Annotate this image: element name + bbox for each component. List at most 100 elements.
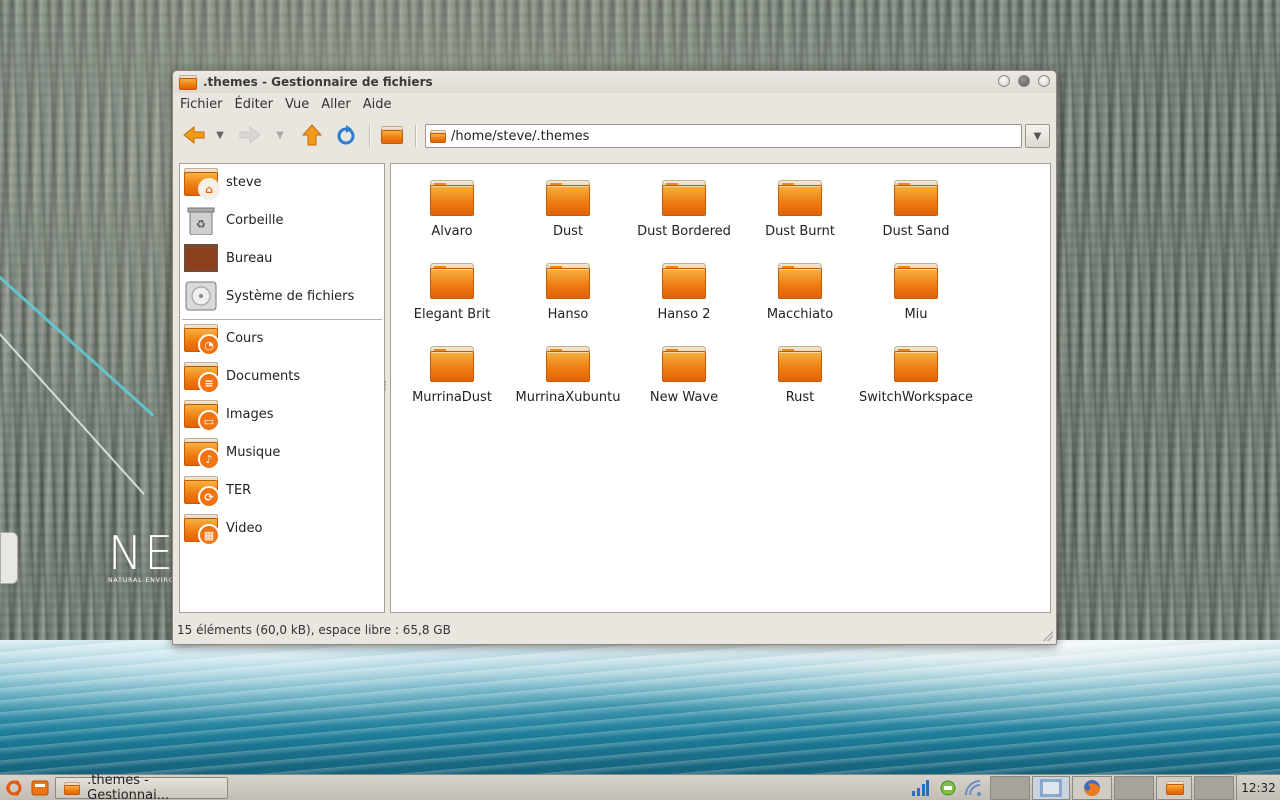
file-item-folder[interactable]: Dust Sand	[858, 180, 974, 256]
file-item-folder[interactable]: Hanso	[510, 263, 626, 339]
file-item-label: MurrinaDust	[412, 390, 492, 405]
up-button[interactable]	[297, 118, 327, 152]
battery-icon[interactable]	[938, 778, 958, 798]
sidebar-item-images[interactable]: ▭ Images	[184, 398, 274, 432]
menubar: Fichier Éditer Vue Aller Aide	[173, 94, 392, 115]
file-icon-view: Alvaro Dust Dust Bordered Dust Burnt Dust Sa…	[390, 163, 1051, 613]
ubuntu-menu-button[interactable]	[4, 778, 24, 798]
folder-icon	[64, 781, 80, 795]
file-item-folder[interactable]: MurrinaDust	[394, 346, 510, 422]
file-item-folder[interactable]: Hanso 2	[626, 263, 742, 339]
minimize-button[interactable]	[998, 75, 1010, 87]
cours-folder-icon: ◔	[184, 324, 220, 356]
up-arrow-icon	[302, 124, 322, 146]
folder-icon	[430, 129, 446, 143]
file-manager-window: .themes - Gestionnaire de fichiers Fichi…	[172, 70, 1057, 645]
desktop-icon	[184, 244, 218, 272]
menu-vue[interactable]: Vue	[285, 97, 309, 112]
window-titlebar[interactable]: .themes - Gestionnaire de fichiers	[173, 71, 1056, 93]
home-folder-icon	[381, 126, 403, 144]
folder-icon	[1166, 781, 1184, 795]
folder-icon	[546, 180, 590, 216]
folder-icon	[430, 180, 474, 216]
sidebar-item-musique[interactable]: ♪ Musique	[184, 436, 281, 470]
menu-aller[interactable]: Aller	[321, 97, 350, 112]
file-item-folder[interactable]: SwitchWorkspace	[858, 346, 974, 422]
file-item-label: Dust Sand	[882, 224, 950, 239]
svg-text:♻: ♻	[196, 218, 206, 231]
sidebar-item-label: TER	[226, 482, 252, 498]
screenshot-thumbnail-icon	[1040, 779, 1062, 797]
forward-history-dropdown[interactable]: ▼	[271, 118, 289, 152]
sidebar-item-bureau[interactable]: Bureau	[184, 242, 272, 274]
clock[interactable]: 12:32	[1236, 775, 1280, 800]
forward-button[interactable]	[235, 118, 265, 152]
file-item-folder[interactable]: MurrinaXubuntu	[510, 346, 626, 422]
file-item-label: Alvaro	[431, 224, 473, 239]
sidebar-item-label: Bureau	[226, 250, 273, 266]
back-history-dropdown[interactable]: ▼	[211, 118, 229, 152]
file-item-folder[interactable]: Dust	[510, 180, 626, 256]
menu-aide[interactable]: Aide	[363, 97, 392, 112]
file-item-folder[interactable]: Elegant Brit	[394, 263, 510, 339]
workspace-6[interactable]	[1194, 776, 1234, 800]
file-item-folder[interactable]: Macchiato	[742, 263, 858, 339]
maximize-button[interactable]	[1018, 75, 1030, 87]
folder-icon	[430, 263, 474, 299]
file-item-folder[interactable]: Rust	[742, 346, 858, 422]
sidebar-item-cours[interactable]: ◔ Cours	[184, 322, 263, 356]
wallpaper-sea	[0, 640, 1280, 775]
file-item-folder[interactable]: Dust Burnt	[742, 180, 858, 256]
folder-icon	[430, 346, 474, 382]
workspace-3[interactable]	[1072, 776, 1112, 800]
location-dropdown-button[interactable]: ▼	[1025, 124, 1050, 148]
sidebar-item-systeme[interactable]: Système de fichiers	[184, 280, 354, 312]
sidebar-item-label: Images	[226, 406, 274, 422]
sidebar-item-ter[interactable]: ⟳ TER	[184, 474, 252, 508]
firefox-icon	[1084, 780, 1100, 796]
reload-icon	[337, 125, 355, 145]
taskbar-window-button[interactable]: .themes - Gestionnai...	[55, 773, 228, 800]
home-folder-icon: ⌂	[184, 168, 220, 200]
folder-icon	[894, 263, 938, 299]
home-button[interactable]	[377, 118, 407, 152]
taskbar: .themes - Gestionnai... 12:32	[0, 773, 1280, 800]
menu-fichier[interactable]: Fichier	[180, 97, 223, 112]
location-bar[interactable]: /home/steve/.themes	[425, 124, 1022, 148]
folder-icon	[662, 263, 706, 299]
resize-grip[interactable]	[1043, 631, 1053, 641]
music-folder-icon: ♪	[184, 438, 220, 470]
workspace-2[interactable]	[1032, 776, 1070, 800]
toolbar-separator	[415, 125, 416, 147]
file-item-label: Rust	[785, 390, 815, 405]
documents-folder-icon: ≡	[184, 362, 220, 394]
show-desktop-button[interactable]	[30, 778, 50, 798]
reload-button[interactable]	[331, 118, 361, 152]
sidebar-item-corbeille[interactable]: ♻ Corbeille	[184, 204, 283, 236]
menu-editer[interactable]: Éditer	[235, 97, 274, 112]
sidebar-item-label: Musique	[226, 444, 281, 460]
folder-icon	[778, 263, 822, 299]
workspace-4[interactable]	[1114, 776, 1154, 800]
back-button[interactable]	[179, 118, 209, 152]
workspace-1[interactable]	[990, 776, 1030, 800]
folder-icon	[778, 346, 822, 382]
window-title: .themes - Gestionnaire de fichiers	[203, 75, 433, 89]
workspace-5[interactable]	[1156, 776, 1192, 800]
location-text: /home/steve/.themes	[451, 128, 590, 144]
sidebar-item-documents[interactable]: ≡ Documents	[184, 360, 300, 394]
desktop-panel-handle[interactable]	[0, 532, 18, 584]
pane-splitter[interactable]	[385, 381, 389, 391]
sidebar-item-video[interactable]: ▦ Video	[184, 512, 263, 546]
sidebar-item-steve[interactable]: ⌂ steve	[184, 166, 262, 200]
file-item-folder[interactable]: New Wave	[626, 346, 742, 422]
wifi-icon[interactable]	[964, 778, 984, 798]
file-item-folder[interactable]: Dust Bordered	[626, 180, 742, 256]
file-item-label: Elegant Brit	[413, 307, 491, 322]
file-item-folder[interactable]: Miu	[858, 263, 974, 339]
file-item-folder[interactable]: Alvaro	[394, 180, 510, 256]
network-signal-icon[interactable]	[910, 778, 930, 798]
sidebar-item-label: Video	[226, 520, 263, 536]
close-button[interactable]	[1038, 75, 1050, 87]
folder-icon	[778, 180, 822, 216]
